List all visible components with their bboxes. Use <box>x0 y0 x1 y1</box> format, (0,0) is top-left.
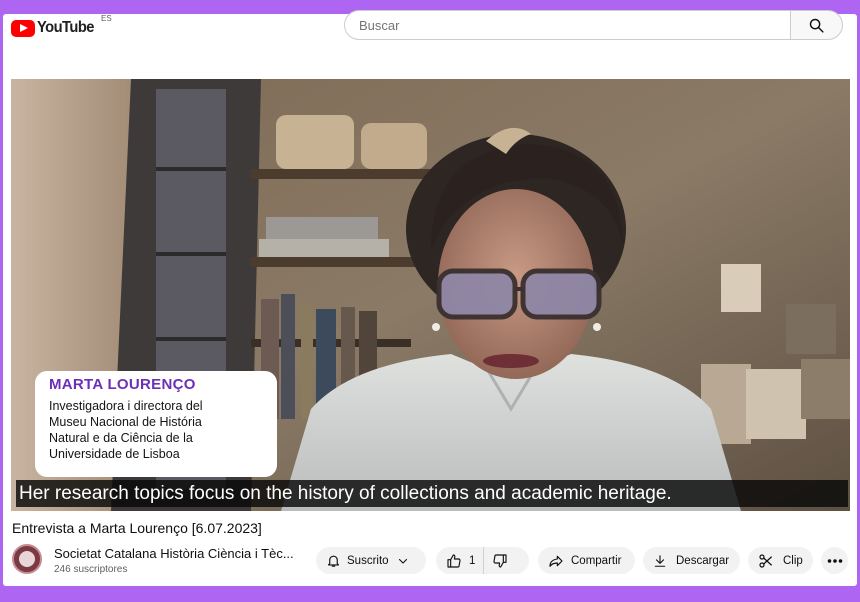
search-box <box>344 10 790 40</box>
chevron-down-icon <box>398 558 407 564</box>
subscriber-count: 246 suscriptores <box>54 564 128 575</box>
lower-third-role-line: Investigadora i directora del <box>49 399 203 413</box>
lower-third-role-line: Universidade de Lisboa <box>49 447 180 461</box>
clip-button[interactable]: Clip <box>748 547 813 574</box>
video-subtitle: Her research topics focus on the history… <box>16 480 848 507</box>
play-logo-icon <box>11 19 35 37</box>
like-button[interactable]: 1 <box>436 547 485 574</box>
more-icon <box>827 558 842 563</box>
search-button[interactable] <box>790 10 843 40</box>
thumbs-up-icon <box>447 553 461 568</box>
thumbs-down-icon <box>493 553 507 568</box>
share-button[interactable]: Compartir <box>538 547 635 574</box>
share-label: Compartir <box>571 554 622 567</box>
avatar-emblem <box>19 551 35 567</box>
like-dislike-group: 1 <box>436 547 529 574</box>
share-icon <box>549 555 563 567</box>
video-title: Entrevista a Marta Lourenço [6.07.2023] <box>12 520 262 536</box>
search-input[interactable] <box>345 11 790 39</box>
region-code: ES <box>101 14 112 23</box>
subscribed-label: Suscrito <box>347 554 389 567</box>
download-button[interactable]: Descargar <box>643 547 740 574</box>
lower-third-role-line: Natural e da Ciência de la <box>49 431 193 445</box>
lower-third-name: MARTA LOURENÇO <box>49 376 196 393</box>
video-player[interactable]: MARTA LOURENÇO Investigadora i directora… <box>11 79 850 511</box>
channel-name[interactable]: Societat Catalana Història Ciència i Tèc… <box>54 546 304 561</box>
lower-third-card: MARTA LOURENÇO Investigadora i directora… <box>35 371 277 477</box>
bell-icon <box>327 555 340 567</box>
download-label: Descargar <box>676 554 730 567</box>
subscribed-button[interactable]: Suscrito <box>316 547 426 574</box>
download-icon <box>654 554 666 567</box>
dislike-button[interactable] <box>484 553 508 569</box>
clip-label: Clip <box>783 554 803 567</box>
lower-third-role-line: Museu Nacional de História <box>49 415 202 429</box>
channel-avatar[interactable] <box>12 544 42 574</box>
more-actions-button[interactable] <box>821 547 848 574</box>
like-count: 1 <box>469 554 476 567</box>
search-icon <box>809 18 824 33</box>
logo-text: YouTube <box>37 19 94 36</box>
scissors-icon <box>759 553 772 568</box>
youtube-logo[interactable]: YouTube ES <box>11 14 112 39</box>
